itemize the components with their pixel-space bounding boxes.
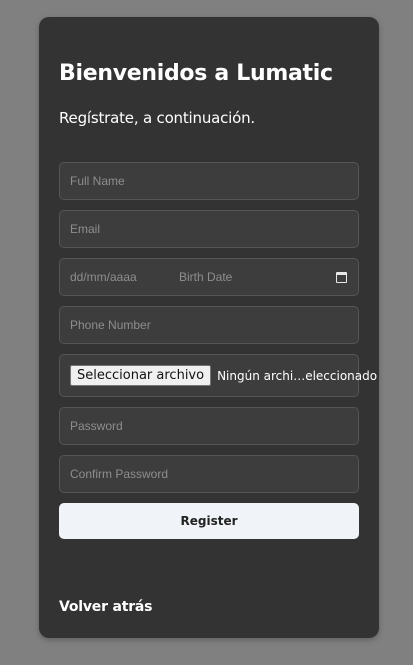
birth-date-input[interactable]: dd/mm/aaaa Birth Date [59,258,359,296]
calendar-icon[interactable] [336,272,347,283]
register-button[interactable]: Register [59,503,359,539]
page-subtitle: Regístrate, a continuación. [59,109,255,127]
page-title: Bienvenidos a Lumatic [59,61,333,86]
email-placeholder: Email [70,222,101,236]
select-file-button[interactable]: Seleccionar archivo [70,365,212,386]
birth-date-label: Birth Date [179,270,233,284]
full-name-input[interactable]: Full Name [59,162,359,200]
password-placeholder: Password [70,419,123,433]
confirm-password-placeholder: Confirm Password [70,467,169,481]
full-name-placeholder: Full Name [70,174,125,188]
back-link[interactable]: Volver atrás [59,599,153,615]
email-input[interactable]: Email [59,210,359,248]
file-input[interactable]: Seleccionar archivo Ningún archi…eleccio… [59,354,377,397]
phone-number-input[interactable]: Phone Number [59,306,359,344]
file-status-text: Ningún archi…eleccionado [217,368,378,383]
register-card: Bienvenidos a Lumatic Regístrate, a cont… [39,17,379,638]
confirm-password-input[interactable]: Confirm Password [59,455,359,493]
password-input[interactable]: Password [59,407,359,445]
phone-placeholder: Phone Number [70,318,151,332]
date-format-placeholder: dd/mm/aaaa [70,270,137,284]
